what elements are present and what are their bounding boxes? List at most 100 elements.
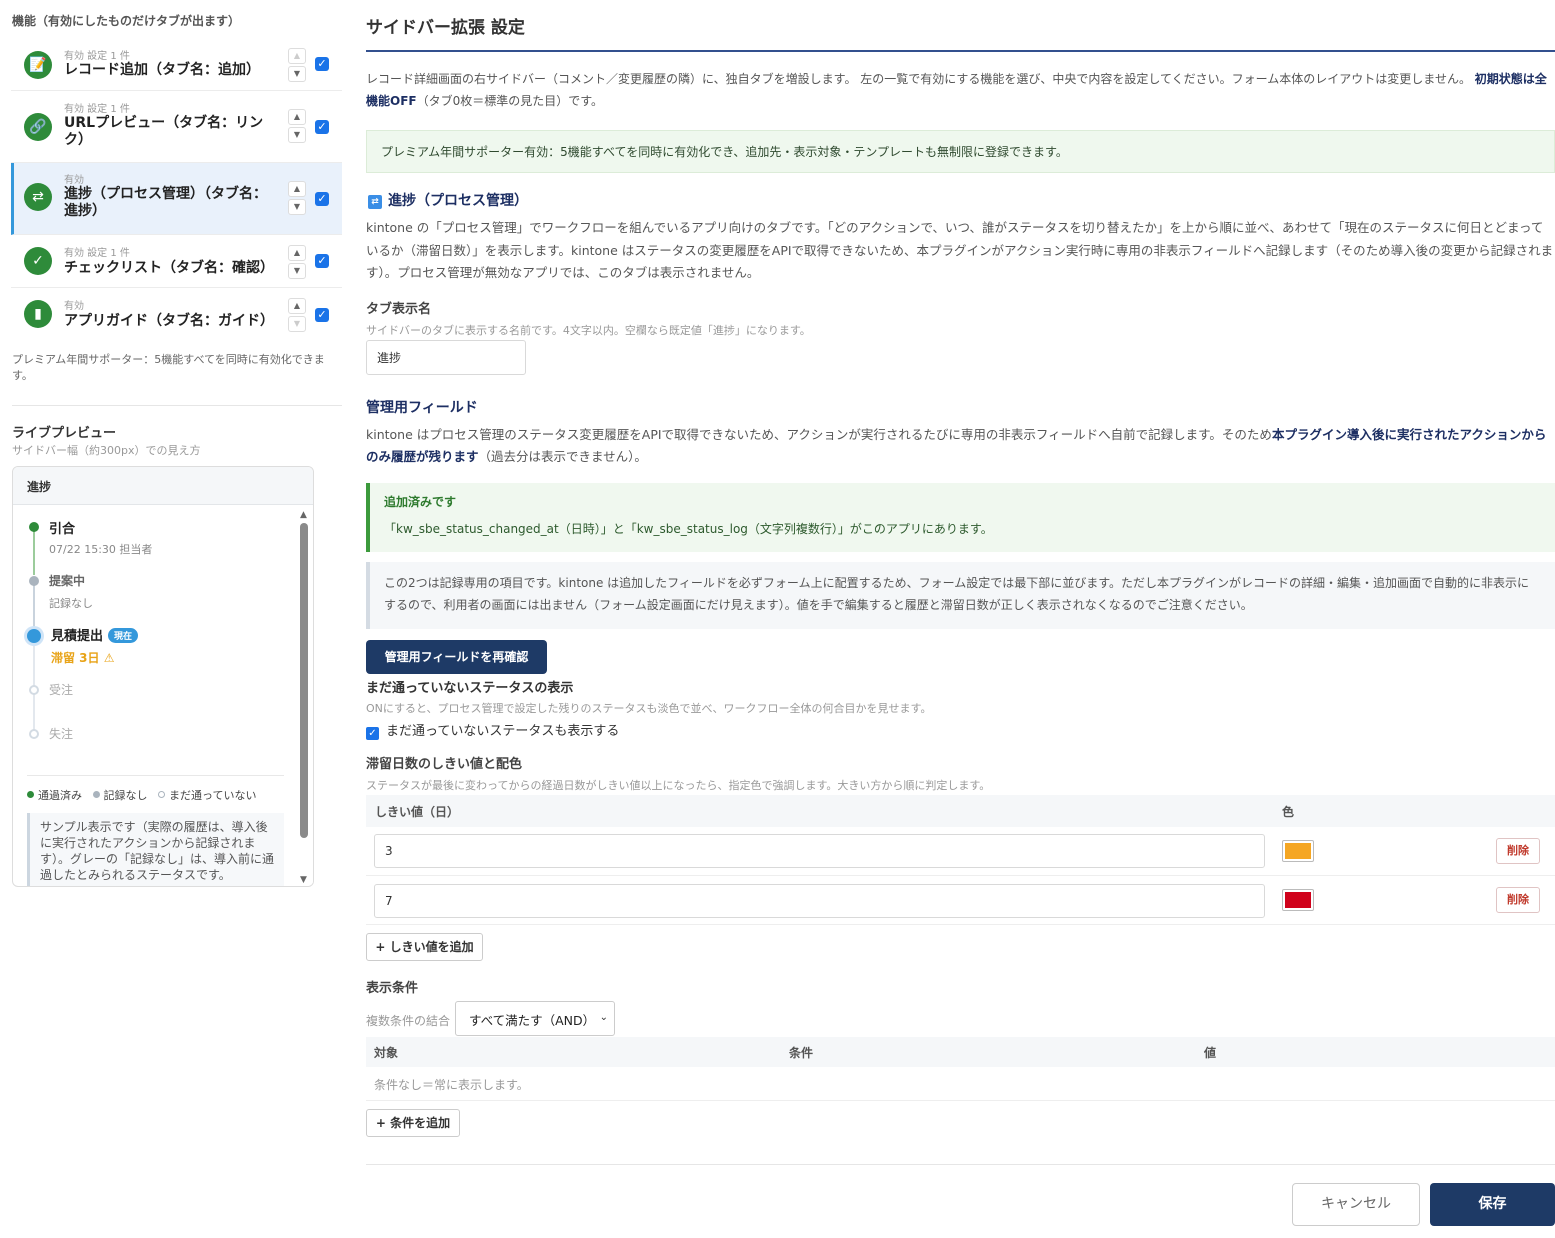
col-target: 対象 xyxy=(374,1046,399,1060)
feature-name: アプリガイド（タブ名：ガイド） xyxy=(64,313,274,329)
condition-table-header: 対象 条件 値 xyxy=(366,1037,1555,1067)
cancel-button[interactable]: キャンセル xyxy=(1292,1183,1420,1226)
col-color: 色 xyxy=(1282,805,1295,819)
feature-meta: 有効 xyxy=(64,301,84,312)
feature-enable-checkbox[interactable]: ✓ xyxy=(315,120,329,134)
move-up-button[interactable]: ▲ xyxy=(288,245,306,261)
col-condition: 条件 xyxy=(789,1046,814,1060)
tab-name-input[interactable] xyxy=(366,340,526,375)
threshold-table-header: しきい値（日） 色 xyxy=(366,795,1555,827)
delete-threshold-button[interactable]: 削除 xyxy=(1496,887,1540,913)
page-title: サイドバー拡張 設定 xyxy=(366,18,525,38)
step-label: 引合 xyxy=(49,522,76,537)
current-badge: 現在 xyxy=(108,628,139,643)
feature-item-record-add[interactable]: 📝 有効 設定 1 件 レコード追加（タブ名：追加） ▲ ▼ ✓ xyxy=(11,38,342,91)
scroll-up-arrow-icon[interactable]: ▲ xyxy=(300,510,307,520)
delete-threshold-button[interactable]: 削除 xyxy=(1496,838,1540,864)
feature-item-progress[interactable]: ⇄ 有効 進捗（プロセス管理）（タブ名：進捗） ▲ ▼ ✓ xyxy=(11,163,342,235)
premium-note: プレミアム年間サポーター：5機能すべてを同時に有効化できます。 xyxy=(12,353,325,382)
feature-list: 📝 有効 設定 1 件 レコード追加（タブ名：追加） ▲ ▼ ✓ 🔗 有効 設定… xyxy=(11,38,342,340)
move-up-button[interactable]: ▲ xyxy=(288,109,306,125)
feature-enable-checkbox[interactable]: ✓ xyxy=(315,57,329,71)
shuffle-icon: ⇄ xyxy=(24,183,52,211)
threshold-row: 削除 xyxy=(366,827,1555,876)
feature-item-app-guide[interactable]: ▮ 有効 アプリガイド（タブ名：ガイド） ▲ ▼ ✓ xyxy=(11,288,342,340)
display-condition-title: 表示条件 xyxy=(366,981,419,996)
reorder-arrows: ▲ ▼ xyxy=(288,245,306,281)
status-dot-passed xyxy=(29,522,39,532)
feature-enable-checkbox[interactable]: ✓ xyxy=(315,192,329,206)
sidebar: 機能（有効にしたものだけタブが出ます） 📝 有効 設定 1 件 レコード追加（タ… xyxy=(0,0,342,1238)
fields-added-notice: 追加済みです 「kw_sbe_status_changed_at（日時）」と「k… xyxy=(366,483,1555,552)
legend-future: まだ通っていない xyxy=(158,789,256,802)
condition-join-select[interactable]: すべて満たす（AND） ⌄ xyxy=(455,1001,615,1036)
recheck-fields-button[interactable]: 管理用フィールドを再確認 xyxy=(366,640,547,674)
threshold-days-input[interactable] xyxy=(374,834,1265,868)
stagnation-warning: 滞留 3日 ⚠ xyxy=(51,651,115,665)
condition-join-label: 複数条件の結合 xyxy=(366,1014,451,1028)
sample-notice: サンプル表示です（実際の履歴は、導入後に実行されたアクションから記録されます）。… xyxy=(27,813,284,886)
color-picker[interactable] xyxy=(1282,840,1314,862)
step-label: 提案中 xyxy=(49,574,86,588)
add-condition-button[interactable]: + 条件を追加 xyxy=(366,1109,460,1137)
tab-name-label: タブ表示名 xyxy=(366,302,432,317)
move-down-button[interactable]: ▼ xyxy=(288,316,306,332)
timeline-legend: 通過済み 記録なし まだ通っていない xyxy=(27,787,263,803)
move-up-button[interactable]: ▲ xyxy=(288,181,306,197)
feature-enable-checkbox[interactable]: ✓ xyxy=(315,254,329,268)
threshold-row: 削除 xyxy=(366,876,1555,925)
preview-scrollbar[interactable]: ▲ ▼ xyxy=(296,505,313,886)
checkbox-checked-icon[interactable]: ✓ xyxy=(366,727,379,740)
color-picker[interactable] xyxy=(1282,889,1314,911)
condition-empty-row: 条件なし＝常に表示します。 xyxy=(366,1066,1555,1101)
feature-name: チェックリスト（タブ名：確認） xyxy=(64,260,274,276)
settings-main: サイドバー拡張 設定 レコード詳細画面の右サイドバー（コメント／変更履歴の隣）に… xyxy=(366,0,1555,1238)
step-meta: 07/22 15:30 担当者 xyxy=(49,543,153,556)
page-description: レコード詳細画面の右サイドバー（コメント／変更履歴の隣）に、独自タブを増設します… xyxy=(366,72,1547,108)
reorder-arrows: ▲ ▼ xyxy=(288,298,306,334)
col-value: 値 xyxy=(1204,1046,1217,1060)
scroll-down-arrow-icon[interactable]: ▼ xyxy=(300,875,307,885)
timeline: 引合 07/22 15:30 担当者 提案中 記録なし 見積提出 現在 滞留 3日… xyxy=(13,505,298,886)
add-threshold-button[interactable]: + しきい値を追加 xyxy=(366,933,483,961)
divider xyxy=(12,405,342,406)
reorder-arrows: ▲ ▼ xyxy=(288,109,306,145)
pending-status-title: まだ通っていないステータスの表示 xyxy=(366,681,574,696)
features-section-title: 機能（有効にしたものだけタブが出ます） xyxy=(12,14,241,28)
threshold-hint: ステータスが最後に変わってからの経過日数がしきい値以上になったら、指定色で強調し… xyxy=(366,779,991,792)
timeline-connector xyxy=(33,583,35,633)
reorder-arrows: ▲ ▼ xyxy=(288,181,306,217)
live-preview-panel: 進捗 引合 07/22 15:30 担当者 提案中 記録なし 見積提出 現在 滞留… xyxy=(12,466,314,887)
show-pending-checkbox[interactable]: ✓ まだ通っていないステータスも表示する xyxy=(366,720,619,740)
move-up-button[interactable]: ▲ xyxy=(288,48,306,64)
notice-title: 追加済みです xyxy=(384,495,457,509)
move-up-button[interactable]: ▲ xyxy=(288,298,306,314)
move-down-button[interactable]: ▼ xyxy=(288,199,306,215)
premium-banner: プレミアム年間サポーター有効：5機能すべてを同時に有効化でき、追加先・表示対象・… xyxy=(366,130,1555,173)
preview-tab-title: 進捗 xyxy=(13,467,313,505)
feature-enable-checkbox[interactable]: ✓ xyxy=(315,308,329,322)
live-preview-subtitle: サイドバー幅（約300px）での見え方 xyxy=(12,444,201,457)
book-icon: ▮ xyxy=(24,300,52,328)
step-label: 見積提出 xyxy=(51,629,104,644)
status-dot-future xyxy=(29,729,39,739)
feature-item-url-preview[interactable]: 🔗 有効 設定 1 件 URLプレビュー（タブ名：リンク） ▲ ▼ ✓ xyxy=(11,91,342,163)
feature-item-checklist[interactable]: ✓ 有効 設定 1 件 チェックリスト（タブ名：確認） ▲ ▼ ✓ xyxy=(11,235,342,288)
timeline-connector xyxy=(33,527,35,575)
move-down-button[interactable]: ▼ xyxy=(288,66,306,82)
legend-no-record: 記録なし xyxy=(92,789,148,802)
move-down-button[interactable]: ▼ xyxy=(288,127,306,143)
save-button[interactable]: 保存 xyxy=(1430,1183,1555,1226)
step-label: 受注 xyxy=(49,683,74,697)
link-icon: 🔗 xyxy=(24,113,52,141)
move-down-button[interactable]: ▼ xyxy=(288,263,306,279)
step-label: 失注 xyxy=(49,727,74,741)
info-box: この2つは記録専用の項目です。kintone は追加したフィールドを必ずフォーム… xyxy=(366,562,1555,629)
threshold-days-input[interactable] xyxy=(374,884,1265,918)
feature-name: URLプレビュー（タブ名：リンク） xyxy=(64,115,264,148)
section-title: ⇄ 進捗（プロセス管理） xyxy=(368,190,528,210)
feature-meta: 有効 設定 1 件 xyxy=(64,104,130,115)
col-threshold: しきい値（日） xyxy=(375,805,460,819)
scroll-thumb[interactable] xyxy=(300,523,308,838)
shuffle-icon: ⇄ xyxy=(368,195,382,209)
